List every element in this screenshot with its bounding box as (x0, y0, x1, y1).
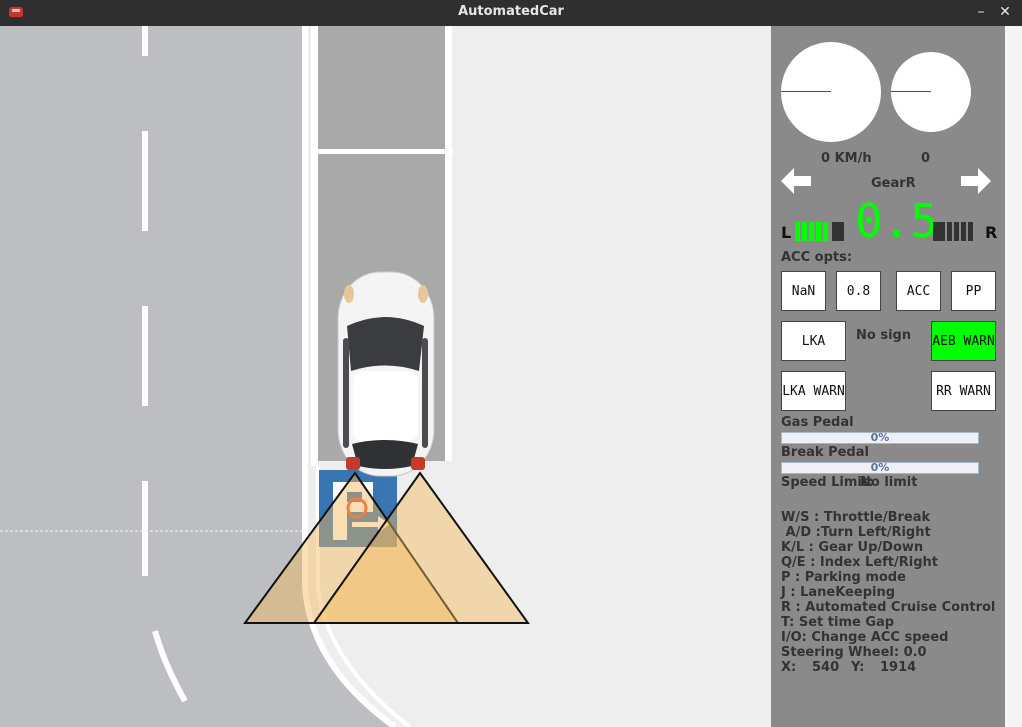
speed-limit-value: No limit (860, 475, 918, 490)
acc-distance-readout: 0.5 (855, 194, 939, 248)
help-line: R : Automated Cruise Control (781, 600, 996, 615)
tachometer-needle (891, 91, 931, 92)
window-edge (1005, 26, 1022, 727)
x-coordinate: 540 (812, 660, 840, 675)
arrow-right-icon (961, 168, 991, 194)
acc-opts-label: ACC opts: (781, 250, 853, 265)
speedometer-needle (781, 91, 831, 92)
gear-indicator: GearR (871, 176, 916, 191)
world-map (0, 26, 530, 727)
parking-line-left (311, 26, 318, 466)
break-pedal-value: 0% (870, 461, 890, 474)
acc-button[interactable]: ACC (896, 271, 941, 311)
index-right-letter: R (985, 223, 998, 242)
y-label: Y: (851, 660, 865, 675)
aeb-warn-indicator[interactable]: AEB WARN (931, 321, 996, 361)
tachometer-dial (891, 52, 971, 132)
speedometer-dial (781, 42, 881, 142)
parking-line-right (445, 26, 452, 461)
automated-car (337, 271, 435, 477)
help-line: P : Parking mode (781, 570, 906, 585)
close-button[interactable]: ✕ (996, 3, 1014, 21)
steering-wheel-readout: Steering Wheel: 0.0 (781, 645, 927, 660)
index-left-letter: L (781, 223, 792, 242)
break-pedal-label: Break Pedal (781, 445, 869, 460)
window-title: AutomatedCar (458, 4, 564, 19)
minimize-button[interactable]: – (972, 3, 990, 21)
pp-button[interactable]: PP (951, 271, 996, 311)
lka-warn-indicator[interactable]: LKA WARN (781, 371, 846, 411)
simulation-world (0, 26, 771, 727)
y-coordinate: 1914 (880, 660, 917, 675)
arrow-left-icon (781, 168, 811, 194)
dashboard-panel: 0 KM/h 0 GearR L 0.5 R ACC opts: NaN 0.8… (771, 26, 1005, 727)
help-line: K/L : Gear Up/Down (781, 540, 924, 555)
parking-line-top (318, 149, 453, 154)
help-line: W/S : Throttle/Break (781, 510, 931, 525)
help-line: I/O: Change ACC speed (781, 630, 949, 645)
x-label: X: (781, 660, 797, 675)
rpm-readout: 0 (921, 151, 931, 166)
rr-warn-indicator[interactable]: RR WARN (931, 371, 996, 411)
acc-speed-button[interactable]: NaN (781, 271, 826, 311)
help-line: J : LaneKeeping (781, 585, 896, 600)
sign-status: No sign (856, 328, 912, 343)
title-bar: AutomatedCar – ✕ (0, 0, 1022, 26)
break-pedal-bar: 0% (781, 461, 979, 474)
time-gap-button[interactable]: 0.8 (836, 271, 881, 311)
gas-pedal-value: 0% (870, 431, 890, 444)
lka-button[interactable]: LKA (781, 321, 846, 361)
gas-pedal-bar: 0% (781, 431, 979, 444)
help-line: T: Set time Gap (781, 615, 895, 630)
speed-readout: 0 KM/h (821, 151, 872, 166)
help-line: A/D :Turn Left/Right (781, 525, 931, 540)
help-line: Q/E : Index Left/Right (781, 555, 939, 570)
gas-pedal-label: Gas Pedal (781, 415, 854, 430)
